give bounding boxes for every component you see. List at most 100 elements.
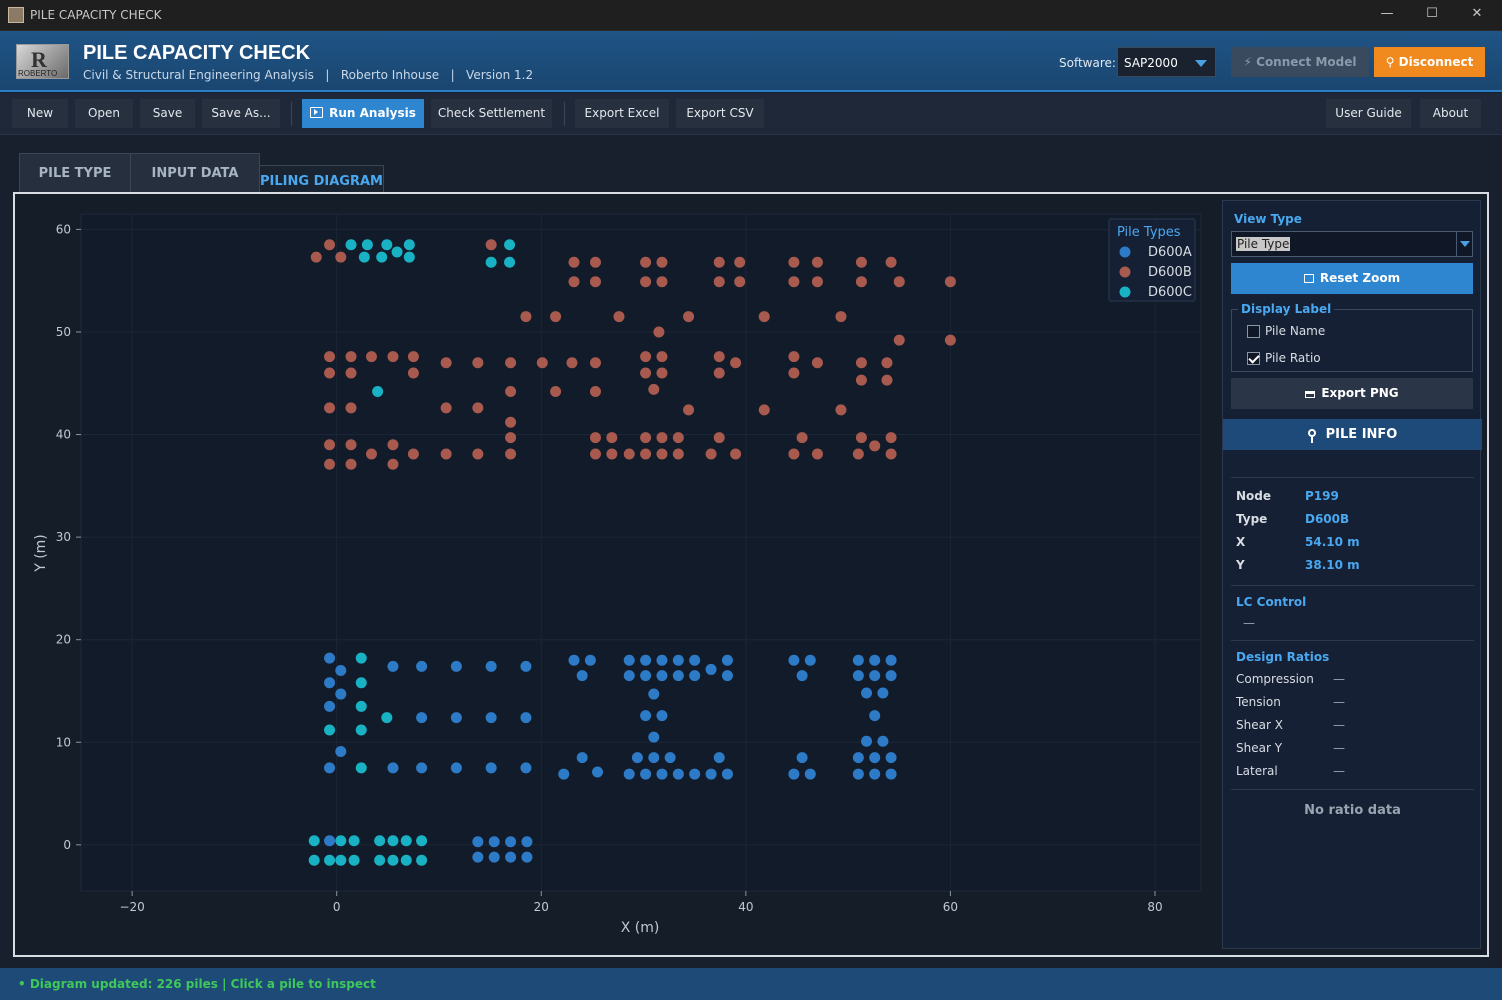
pile-point-d600b[interactable] <box>893 334 905 346</box>
pile-point-d600b[interactable] <box>788 448 800 460</box>
pile-point-d600a[interactable] <box>592 766 604 778</box>
pile-point-d600b[interactable] <box>796 432 808 444</box>
pile-point-d600b[interactable] <box>656 367 668 379</box>
about-button[interactable]: About <box>1420 99 1481 128</box>
pile-point-d600a[interactable] <box>631 752 643 764</box>
pile-point-d600c[interactable] <box>355 700 367 712</box>
pile-point-d600b[interactable] <box>672 432 684 444</box>
pile-point-d600b[interactable] <box>407 367 419 379</box>
pile-point-d600c[interactable] <box>348 835 360 847</box>
pile-point-d600b[interactable] <box>505 448 517 460</box>
pile-point-d600c[interactable] <box>416 835 428 847</box>
pile-point-d600b[interactable] <box>324 351 336 363</box>
pile-point-d600b[interactable] <box>640 351 652 363</box>
pile-point-d600b[interactable] <box>734 276 746 288</box>
pile-point-d600a[interactable] <box>721 670 733 682</box>
pile-point-d600a[interactable] <box>416 660 428 672</box>
pile-point-d600a[interactable] <box>324 677 336 689</box>
pile-point-d600a[interactable] <box>450 762 462 774</box>
pile-point-d600a[interactable] <box>521 851 533 863</box>
pile-point-d600c[interactable] <box>355 652 367 664</box>
pile-point-d600b[interactable] <box>345 402 357 414</box>
pile-point-d600a[interactable] <box>885 768 897 780</box>
pile-point-d600a[interactable] <box>648 731 660 743</box>
pile-point-d600b[interactable] <box>730 357 742 369</box>
pile-point-d600b[interactable] <box>345 351 357 363</box>
pile-point-d600c[interactable] <box>416 854 428 866</box>
connect-model-button[interactable]: ⚡ Connect Model <box>1231 47 1369 77</box>
pile-point-d600b[interactable] <box>811 276 823 288</box>
pile-point-d600a[interactable] <box>623 654 635 666</box>
pile-point-d600b[interactable] <box>640 432 652 444</box>
pile-point-d600b[interactable] <box>613 311 625 323</box>
pile-point-d600a[interactable] <box>796 752 808 764</box>
pile-point-d600b[interactable] <box>855 256 867 268</box>
pile-point-d600a[interactable] <box>664 752 676 764</box>
pile-point-d600b[interactable] <box>485 239 497 251</box>
pile-point-d600a[interactable] <box>869 768 881 780</box>
pile-point-d600a[interactable] <box>640 710 652 722</box>
pile-point-d600a[interactable] <box>672 654 684 666</box>
pile-point-d600a[interactable] <box>485 762 497 774</box>
pile-point-d600a[interactable] <box>520 712 532 724</box>
pile-point-d600a[interactable] <box>788 654 800 666</box>
pile-point-d600b[interactable] <box>335 251 347 263</box>
pile-point-d600b[interactable] <box>505 385 517 397</box>
pile-point-d600b[interactable] <box>345 458 357 470</box>
pile-point-d600c[interactable] <box>374 835 386 847</box>
pile-point-d600b[interactable] <box>440 402 452 414</box>
pile-point-d600b[interactable] <box>758 404 770 416</box>
pile-point-d600b[interactable] <box>730 448 742 460</box>
pile-point-d600a[interactable] <box>861 735 873 747</box>
pile-point-d600c[interactable] <box>345 239 357 251</box>
pile-point-d600c[interactable] <box>324 724 336 736</box>
pile-point-d600b[interactable] <box>606 448 618 460</box>
pile-point-d600c[interactable] <box>355 677 367 689</box>
pile-point-d600b[interactable] <box>683 311 695 323</box>
pile-point-d600a[interactable] <box>640 654 652 666</box>
pile-point-d600c[interactable] <box>308 835 320 847</box>
pile-point-d600a[interactable] <box>656 710 668 722</box>
pile-point-d600b[interactable] <box>472 357 484 369</box>
pile-point-d600b[interactable] <box>505 432 517 444</box>
pile-point-d600b[interactable] <box>713 367 725 379</box>
pile-point-d600c[interactable] <box>504 256 516 268</box>
pile-point-d600a[interactable] <box>877 687 889 699</box>
pile-point-d600a[interactable] <box>796 670 808 682</box>
pile-point-d600b[interactable] <box>944 276 956 288</box>
pile-point-d600b[interactable] <box>855 432 867 444</box>
pile-point-d600b[interactable] <box>811 448 823 460</box>
close-button[interactable]: ✕ <box>1462 6 1492 24</box>
pile-name-checkbox[interactable] <box>1247 325 1260 338</box>
pile-point-d600b[interactable] <box>472 402 484 414</box>
pile-point-d600b[interactable] <box>536 357 548 369</box>
pile-point-d600a[interactable] <box>335 745 347 757</box>
pile-point-d600b[interactable] <box>855 276 867 288</box>
pile-point-d600b[interactable] <box>472 448 484 460</box>
pile-point-d600b[interactable] <box>944 334 956 346</box>
pile-point-d600a[interactable] <box>576 670 588 682</box>
pile-point-d600c[interactable] <box>400 854 412 866</box>
pile-point-d600a[interactable] <box>672 768 684 780</box>
pile-point-d600a[interactable] <box>485 660 497 672</box>
pile-point-d600a[interactable] <box>788 768 800 780</box>
export-png-button[interactable]: Export PNG <box>1231 378 1473 409</box>
pile-point-d600b[interactable] <box>387 458 399 470</box>
pile-point-d600b[interactable] <box>881 374 893 386</box>
pile-point-d600b[interactable] <box>885 432 897 444</box>
pile-point-d600b[interactable] <box>713 351 725 363</box>
pile-point-d600b[interactable] <box>648 383 660 395</box>
pile-point-d600a[interactable] <box>324 652 336 664</box>
pile-point-d600b[interactable] <box>589 448 601 460</box>
pile-point-d600a[interactable] <box>558 768 570 780</box>
view-type-select[interactable]: Pile Type <box>1231 231 1473 257</box>
pile-point-d600a[interactable] <box>852 670 864 682</box>
pile-point-d600b[interactable] <box>656 256 668 268</box>
pile-point-d600a[interactable] <box>505 851 517 863</box>
pile-point-d600a[interactable] <box>623 670 635 682</box>
pile-point-d600b[interactable] <box>656 448 668 460</box>
pile-point-d600b[interactable] <box>640 367 652 379</box>
pile-point-d600a[interactable] <box>885 752 897 764</box>
pile-point-d600b[interactable] <box>324 367 336 379</box>
pile-point-d600a[interactable] <box>485 712 497 724</box>
